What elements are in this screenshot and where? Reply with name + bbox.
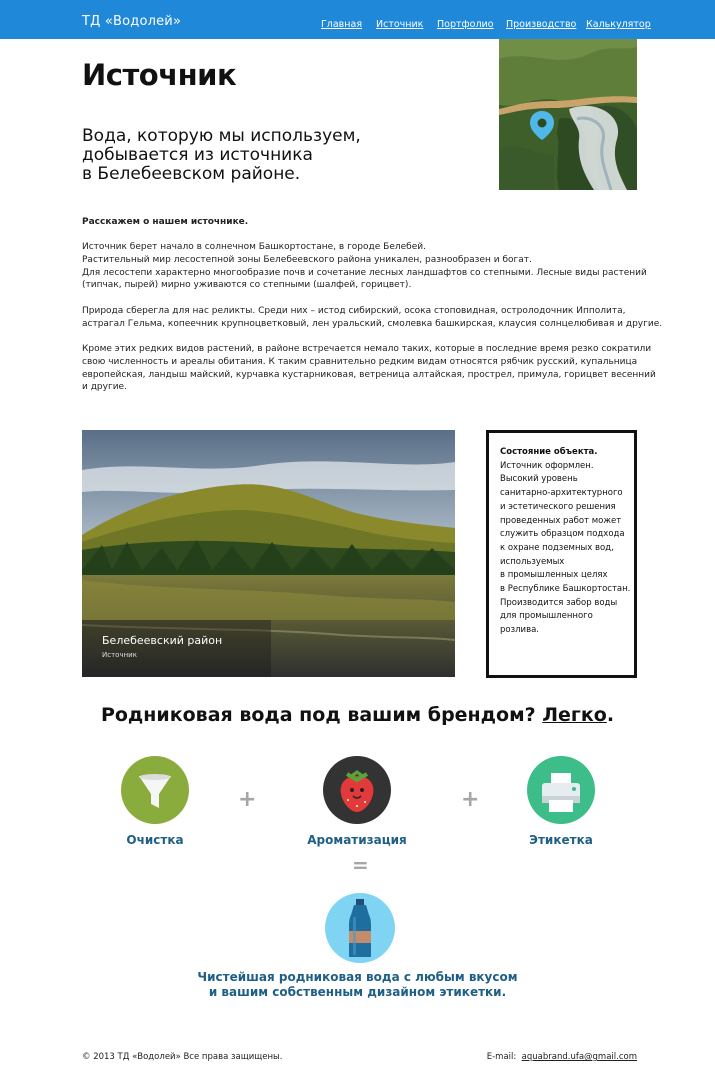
brand-heading-text: Родниковая вода под вашим брендом? [100, 704, 536, 726]
status-line: и эстетического решения [500, 501, 616, 512]
status-line: Источник оформлен. [500, 460, 594, 471]
brand-heading: Родниковая вода под вашим брендом? Легко… [0, 704, 715, 726]
status-line: проведенных работ может [500, 515, 622, 526]
status-line: в промышленных целях [500, 570, 608, 581]
funnel-icon [121, 756, 189, 824]
step-label-flavoring: Ароматизация [307, 833, 407, 847]
article-paragraph-2: Природа сберегла для нас реликты. Среди … [82, 305, 662, 331]
status-line: розлива. [500, 625, 539, 636]
status-line: используемых [500, 556, 565, 567]
photo-caption: Белебеевский район Источник [82, 620, 271, 677]
status-line: для промышленного [500, 611, 593, 622]
lead-line: в Белебеевском районе. [82, 164, 301, 184]
header-bar: ТД «Водолей» Главная Источник Портфолио … [0, 0, 715, 39]
nav-portfolio-link[interactable]: Портфолио [437, 19, 494, 30]
text-line: Источник берет начало в солнечном Башкор… [82, 242, 426, 252]
article-intro: Расскажем о нашем источнике. [82, 216, 248, 229]
email-label: E-mail: [486, 1052, 517, 1062]
site-logo[interactable]: ТД «Водолей» [82, 14, 181, 29]
status-heading: Состояние объекта. [500, 447, 598, 457]
article-paragraph-1: Источник берет начало в солнечном Башкор… [82, 241, 647, 292]
status-line: Производится забор воды [500, 597, 618, 608]
brand-heading-tail: . [606, 704, 615, 726]
caption-subtitle: Источник [102, 651, 137, 659]
text-line: Природа сберегла для нас реликты. Среди … [82, 306, 626, 316]
status-line: служить образцом подхода [500, 529, 625, 540]
result-line: Чистейшая родниковая вода с любым вкусом [197, 970, 518, 984]
nav-source-link[interactable]: Источник [376, 19, 423, 30]
status-line: к охране подземных вод, [500, 542, 614, 553]
caption-title: Белебеевский район [102, 634, 223, 647]
text-line: астрагал Гельма, копеечник крупноцветков… [82, 318, 663, 329]
text-line: свою численность и ареалы обитания. К та… [82, 356, 638, 367]
step-label-cleaning: Очистка [126, 833, 184, 847]
text-line: Растительный мир лесостепной зоны Белебе… [82, 254, 532, 265]
nav-home-link[interactable]: Главная [321, 19, 362, 30]
landscape-photo: Белебеевский район Источник [82, 430, 455, 677]
result-line: и вашим собственным дизайном этикетки. [208, 985, 507, 999]
footer-email: E-mail: aquabrand.ufa@gmail.com [487, 1052, 637, 1062]
lead-paragraph: Вода, которую мы используем, добывается … [82, 127, 412, 184]
step-label-label: Этикетка [529, 833, 593, 847]
intro-line: Расскажем о нашем источнике. [82, 217, 249, 227]
strawberry-icon [323, 756, 391, 824]
email-link[interactable]: aquabrand.ufa@gmail.com [522, 1052, 637, 1062]
nav-production-link[interactable]: Производство [506, 19, 576, 30]
text-line: Кроме этих редких видов растений, в райо… [82, 344, 652, 354]
plus-sign: + [238, 787, 257, 812]
article-paragraph-3: Кроме этих редких видов растений, в райо… [82, 343, 656, 394]
status-line: Высокий уровень [500, 474, 578, 485]
satellite-map[interactable] [499, 39, 637, 190]
lead-line: Вода, которую мы используем, [82, 126, 361, 146]
text-line: европейская, ландыш майский, курчавка ку… [82, 369, 656, 380]
status-line: в Республике Башкортостан. [500, 584, 631, 595]
object-status-box: Состояние объекта. Источник оформлен. Вы… [486, 430, 637, 678]
lead-line: добывается из источника [82, 145, 313, 165]
nav-calculator-link[interactable]: Калькулятор [586, 19, 651, 30]
status-line: санитарно-архитектурного [500, 488, 623, 499]
text-line: и другие. [82, 382, 127, 393]
plus-sign: + [461, 787, 480, 812]
text-line: (типчак, пырей) мирно уживаются со степн… [82, 280, 412, 291]
easy-link[interactable]: Легко [542, 704, 607, 726]
result-text: Чистейшая родниковая вода с любым вкусом… [0, 970, 715, 1000]
copyright: © 2013 ТД «Водолей» Все права защищены. [82, 1052, 283, 1062]
printer-icon [527, 756, 595, 824]
bottle-icon [325, 893, 395, 963]
equals-sign: = [352, 853, 369, 877]
page-title: Источник [82, 58, 237, 92]
text-line: Для лесостепи характерно многообразие по… [82, 267, 647, 278]
